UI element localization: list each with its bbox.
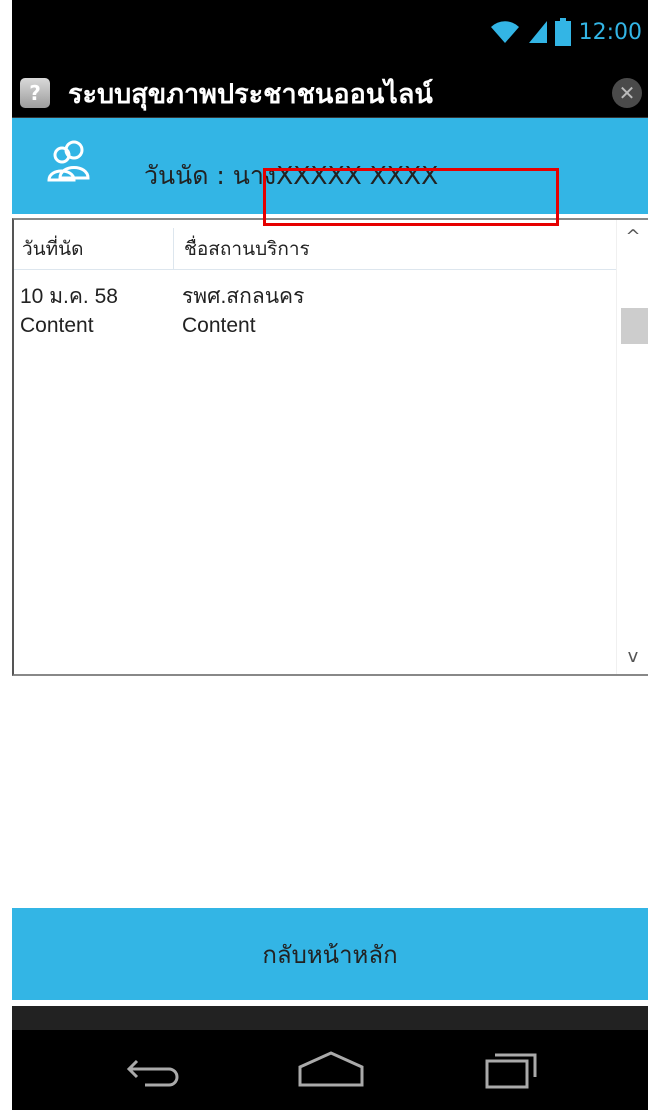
table-row[interactable]: 10 ม.ค. 58 รพศ.สกลนคร — [14, 280, 616, 316]
wifi-icon — [490, 21, 519, 43]
cell-date: Content — [20, 314, 94, 337]
table-header: วันที่นัด ชื่อสถานบริการ — [14, 220, 616, 270]
back-icon — [126, 1059, 179, 1087]
home-icon — [298, 1051, 364, 1087]
app-title-bar: ? ระบบสุขภาพประชาชนออนไลน์ ✕ — [12, 62, 648, 118]
phone-screen: 12:00 ? ระบบสุขภาพประชาชนออนไลน์ ✕ วันนั… — [12, 0, 648, 1110]
vertical-scrollbar[interactable]: ^ v — [616, 220, 648, 674]
system-nav-bar — [12, 1030, 648, 1110]
app-title: ระบบสุขภาพประชาชนออนไลน์ — [68, 79, 433, 110]
scroll-up-icon[interactable]: ^ — [617, 226, 648, 256]
recent-apps-icon — [485, 1053, 537, 1089]
back-to-main-button[interactable]: กลับหน้าหลัก — [12, 908, 648, 1000]
nav-home-button[interactable] — [296, 1044, 366, 1094]
status-time: 12:00 — [578, 19, 642, 45]
dark-strip — [12, 1006, 648, 1030]
scroll-thumb[interactable] — [621, 308, 648, 344]
nav-back-button[interactable] — [118, 1044, 188, 1094]
status-bar: 12:00 — [12, 0, 648, 62]
signal-icon — [528, 21, 547, 43]
users-icon — [47, 140, 90, 182]
annotation-highlight-box — [263, 168, 559, 226]
help-icon[interactable]: ? — [20, 78, 50, 108]
cell-facility: รพศ.สกลนคร — [182, 285, 305, 308]
cell-date: 10 ม.ค. 58 — [20, 285, 118, 308]
scroll-down-icon[interactable]: v — [617, 646, 648, 672]
column-header-date[interactable]: วันที่นัด — [22, 234, 84, 264]
table-row[interactable]: Content Content — [14, 314, 616, 350]
left-border — [0, 0, 12, 1110]
status-icons: 12:00 — [489, 14, 642, 50]
close-icon[interactable]: ✕ — [612, 78, 642, 108]
table-grid: วันที่นัด ชื่อสถานบริการ 10 ม.ค. 58 รพศ.… — [14, 220, 616, 674]
nav-recent-apps-button[interactable] — [476, 1044, 546, 1094]
cell-facility: Content — [182, 314, 256, 337]
appointments-table: วันที่นัด ชื่อสถานบริการ 10 ม.ค. 58 รพศ.… — [12, 218, 648, 676]
screen-frame: 12:00 ? ระบบสุขภาพประชาชนออนไลน์ ✕ วันนั… — [0, 0, 648, 1110]
column-header-facility[interactable]: ชื่อสถานบริการ — [184, 234, 310, 264]
battery-icon — [554, 18, 571, 46]
column-separator — [173, 228, 174, 270]
